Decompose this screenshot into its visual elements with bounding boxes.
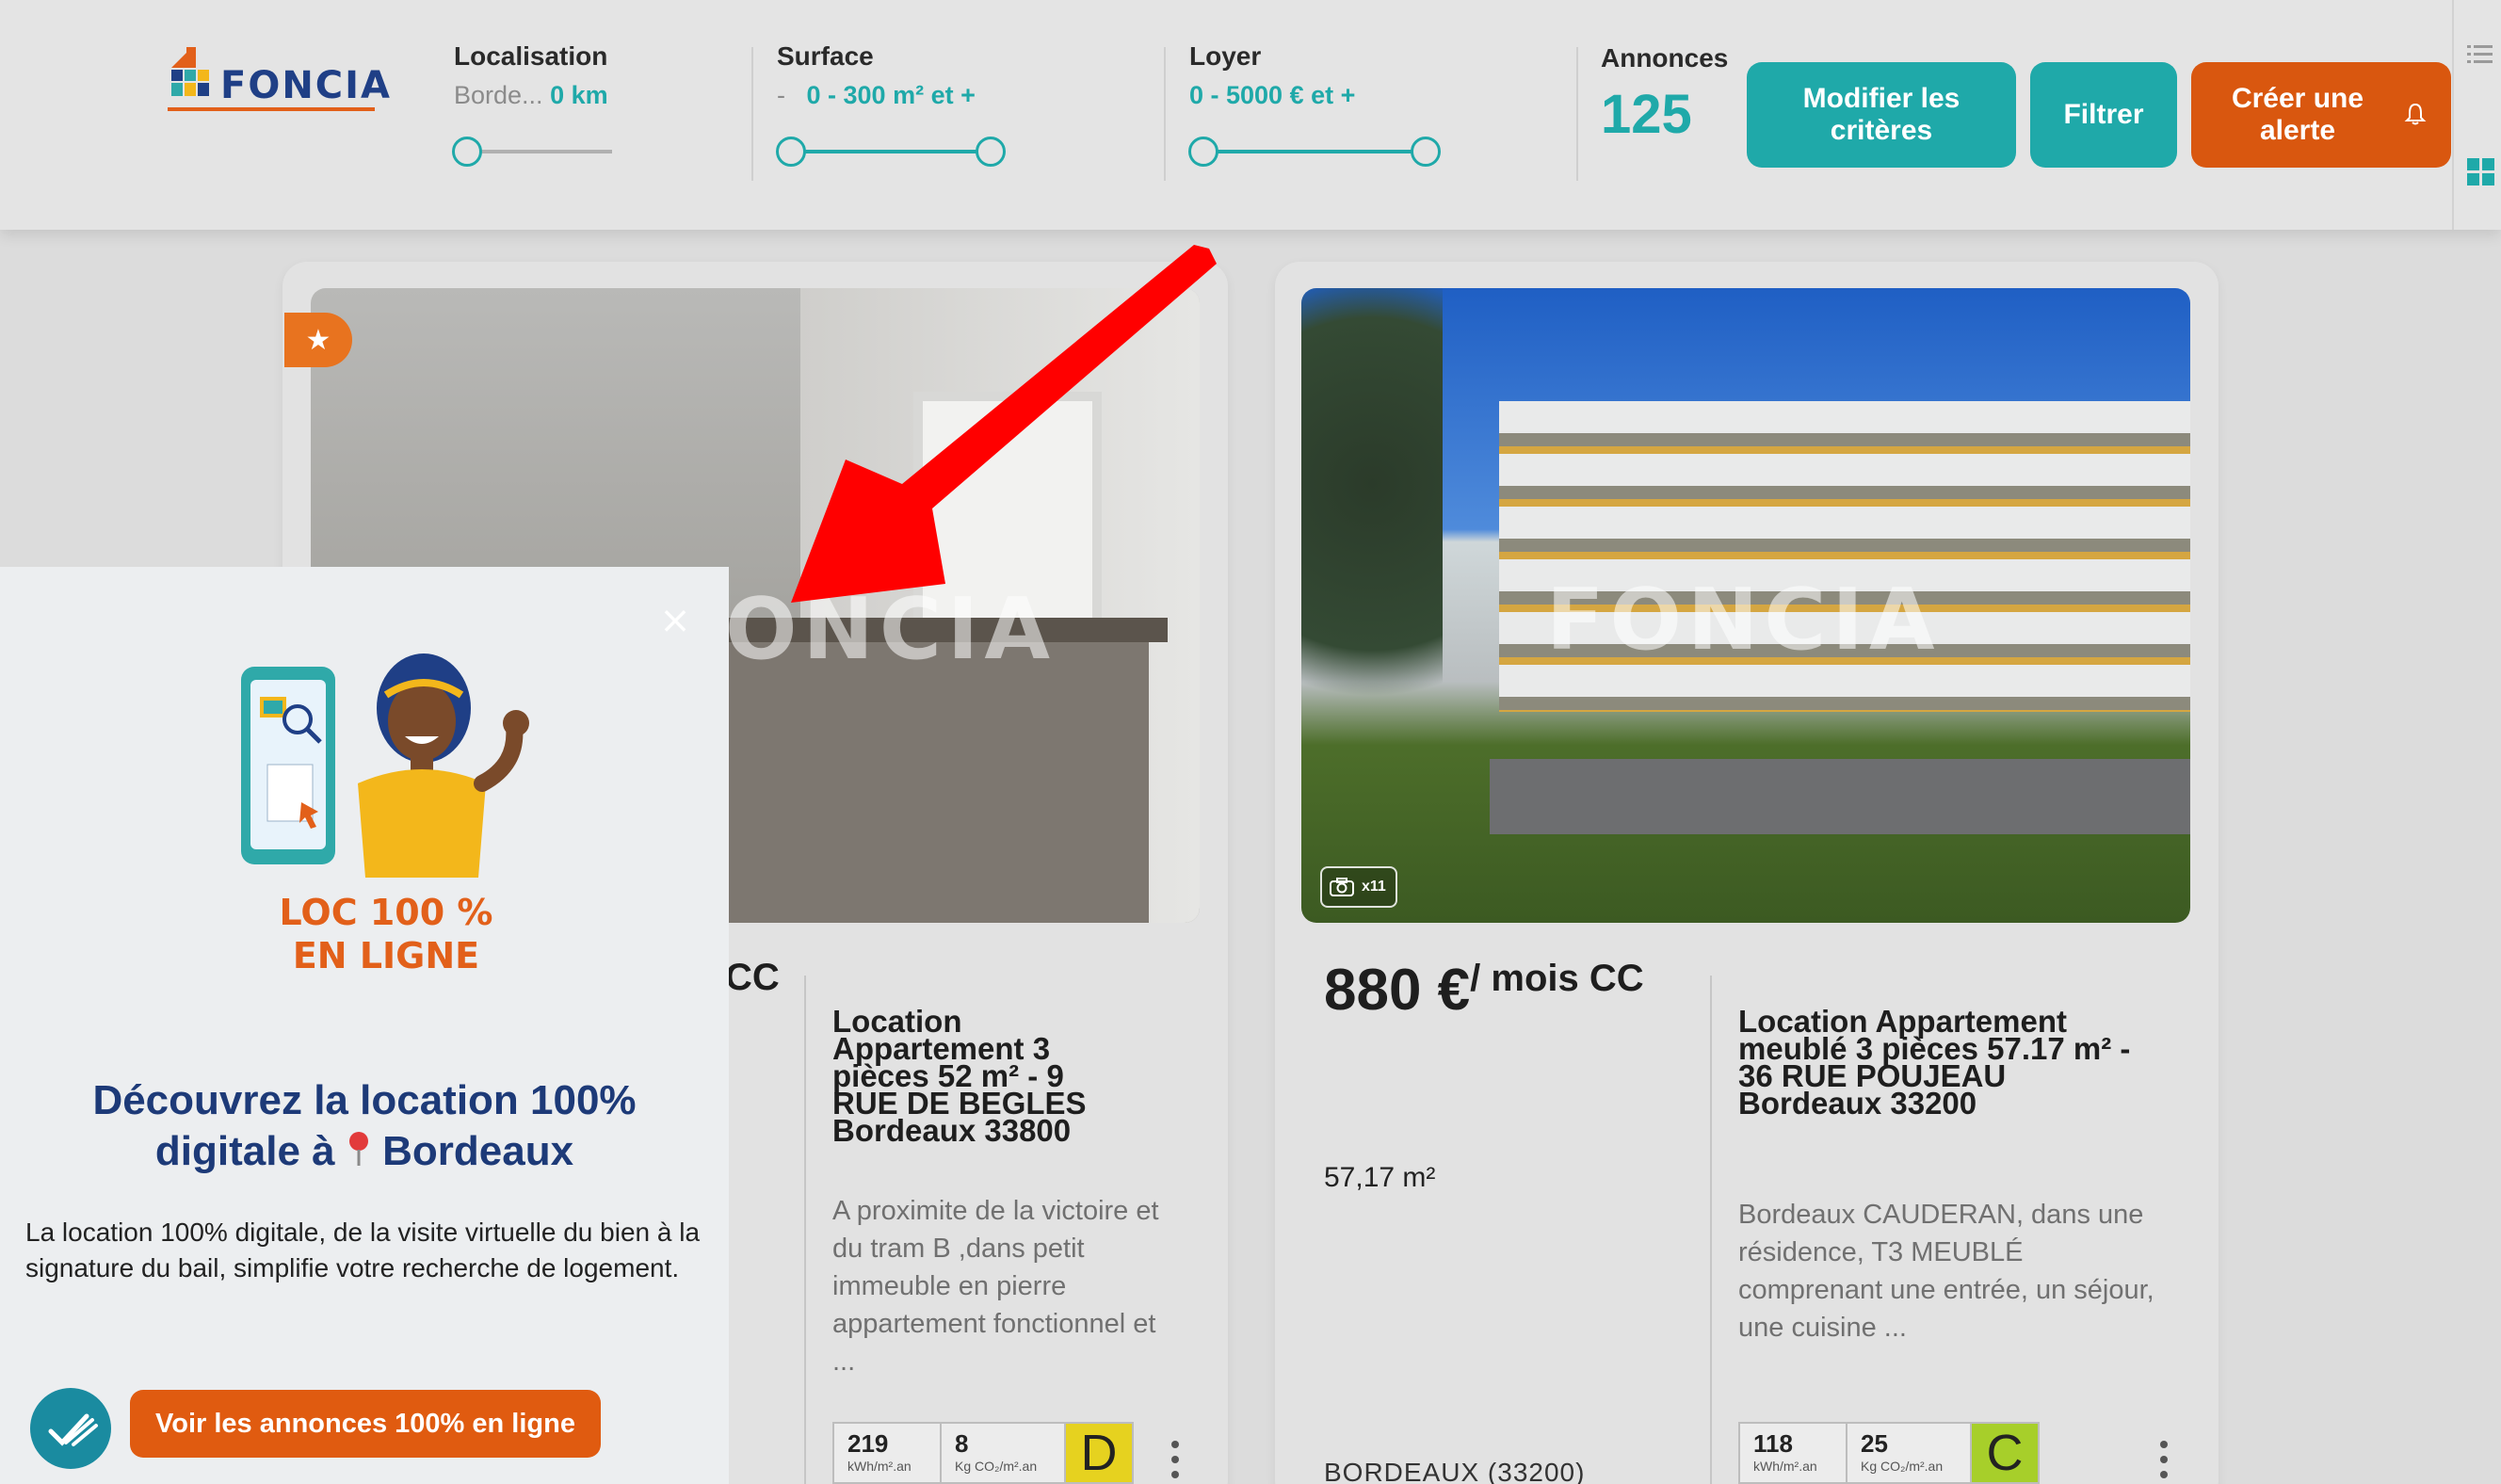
criteria-localisation[interactable]: Localisation Borde... 0 km (454, 41, 608, 110)
popup-body: La location 100% digitale, de la visite … (25, 1218, 701, 1282)
foncia-logo[interactable]: FONCIA (168, 47, 390, 113)
loyer-slider[interactable] (1188, 137, 1443, 167)
filter-button[interactable]: Filtrer (2030, 62, 2177, 168)
photo-watermark: FONCIA (1546, 571, 1941, 669)
popup-heading: Découvrez la location 100% digitale à Bo… (92, 1077, 637, 1174)
digital-rental-illustration: LOC 100 % EN LIGNE (241, 653, 529, 976)
price-amount: 880 € (1324, 958, 1471, 1023)
create-alert-button[interactable]: Créer une alerte (2191, 62, 2451, 168)
surface-max-knob[interactable] (976, 137, 1006, 167)
listing-city: BORDEAUX (33200) (1324, 1458, 1586, 1484)
logo-text: FONCIA (220, 64, 392, 107)
listing-price: 880 €/ mois CC (1324, 958, 1644, 1023)
svg-text:LOC 100 %: LOC 100 % (280, 892, 493, 933)
surface-slider[interactable] (776, 137, 1008, 167)
energy-co2: 8 (955, 1429, 969, 1458)
svg-text:EN LIGNE: EN LIGNE (293, 935, 479, 976)
search-header: FONCIA Localisation Borde... 0 km Surfac… (0, 0, 2501, 230)
camera-icon (1330, 878, 1354, 896)
close-icon[interactable]: × (659, 602, 691, 639)
listing-title[interactable]: Location Appartement meublé 3 pièces 57.… (1738, 1006, 2143, 1119)
annonces-count: 125 (1601, 84, 1692, 145)
loyer-max-knob[interactable] (1411, 137, 1441, 167)
energy-rating: 219 kWh/m².an 8 Kg CO₂/m².an D (832, 1422, 1134, 1484)
view-online-listings-button[interactable]: Voir les annonces 100% en ligne (130, 1390, 601, 1458)
loyer-min-knob[interactable] (1188, 137, 1218, 167)
photo-watermark: ONCIA (725, 580, 1057, 679)
photo-count-badge[interactable]: x11 (1320, 866, 1397, 908)
energy-rating: 118 kWh/m².an 25 Kg CO₂/m².an C (1738, 1422, 2040, 1484)
annonces-label: Annonces (1601, 43, 1729, 73)
side-toolbar (2452, 0, 2501, 230)
criteria-surface[interactable]: Surface - 0 - 300 m² et + (777, 41, 976, 110)
listing-price: CC (725, 957, 780, 998)
house-logo-icon (171, 47, 209, 96)
promo-popup: × LOC 100 % EN LIGNE Découvrez la locati… (0, 567, 729, 1484)
grid-view-icon[interactable] (2467, 158, 2495, 186)
location-pin-icon (348, 1132, 368, 1166)
more-options-icon[interactable] (2160, 1441, 2168, 1484)
modify-criteria-button[interactable]: Modifier les critères (1747, 62, 2016, 168)
listing-description: A proximite de la victoire et du tram B … (832, 1196, 1159, 1377)
listing-title[interactable]: Location Appartement 3 pièces 52 m² - 9 … (832, 1006, 1124, 1146)
localisation-label: Localisation (454, 41, 608, 71)
popup-city: Bordeaux (382, 1128, 574, 1174)
energy-grade: C (1972, 1424, 2038, 1482)
checkmark-badge-icon (30, 1388, 111, 1469)
radius-slider-knob[interactable] (452, 137, 482, 167)
listing-description: Bordeaux CAUDERAN, dans une résidence, T… (1738, 1200, 2154, 1343)
criteria-loyer[interactable]: Loyer 0 - 5000 € et + (1189, 41, 1355, 110)
surface-range: 0 - 300 m² et + (806, 81, 976, 109)
energy-grade: D (1066, 1424, 1132, 1482)
loyer-range: 0 - 5000 € et + (1189, 81, 1356, 109)
bell-icon (2404, 103, 2427, 125)
energy-kwh: 219 (847, 1429, 889, 1458)
radius-slider[interactable] (452, 137, 614, 167)
localisation-radius: 0 km (550, 81, 608, 109)
localisation-city: Borde... (454, 81, 543, 109)
loyer-label: Loyer (1189, 41, 1262, 71)
listing-photo[interactable]: FONCIA (1301, 288, 2190, 923)
photo-count: x11 (1362, 879, 1386, 895)
favorite-star-icon[interactable]: ★ (284, 313, 352, 367)
surface-label: Surface (777, 41, 874, 71)
list-icon[interactable] (2467, 43, 2493, 64)
energy-kwh: 118 (1753, 1429, 1793, 1458)
create-alert-label: Créer une alerte (2231, 83, 2364, 146)
energy-co2: 25 (1861, 1429, 1888, 1458)
surface-min-knob[interactable] (776, 137, 806, 167)
more-options-icon[interactable] (1171, 1441, 1179, 1484)
listing-surface: 57,17 m² (1324, 1162, 1436, 1193)
